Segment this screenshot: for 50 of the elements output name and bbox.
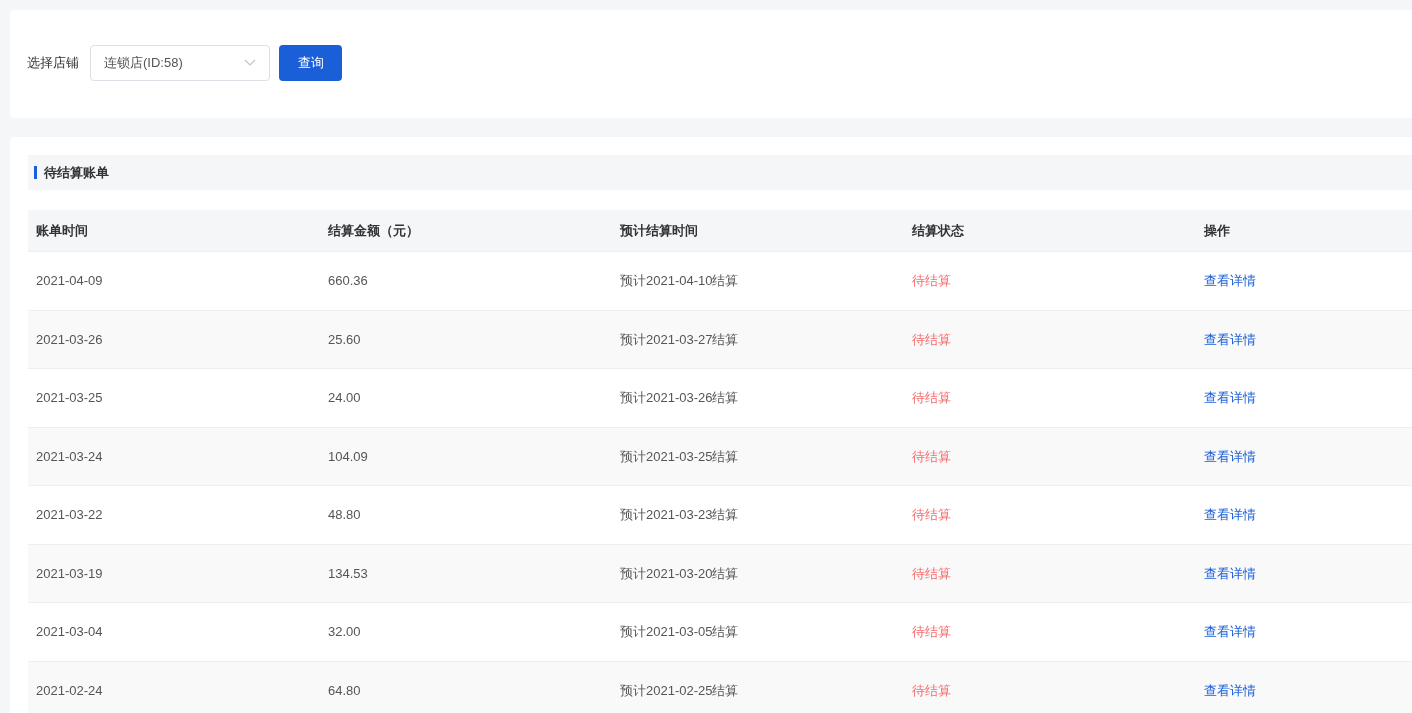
table-cell-text: 2021-03-25 (36, 389, 104, 407)
status-text: 待结算 (912, 447, 952, 466)
status-text: 待结算 (912, 389, 952, 407)
table-cell-text: 预计2021-03-26结算 (620, 389, 740, 407)
column-header: 结算状态 (912, 221, 965, 240)
status-text: 待结算 (912, 623, 952, 641)
table-cell-text: 2021-03-22 (36, 506, 104, 524)
view-details-link[interactable]: 查看详情 (1204, 622, 1256, 642)
store-label: 选择店铺 (27, 54, 79, 73)
column-header: 结算金额（元） (328, 221, 420, 240)
table-cell-text: 64.80 (328, 681, 362, 700)
column-header: 预计结算时间 (620, 221, 699, 240)
table-cell-text: 32.00 (328, 623, 362, 641)
status-text: 待结算 (912, 681, 952, 700)
table-cell-text: 预计2021-03-20结算 (620, 564, 740, 583)
table-cell-text: 2021-03-26 (36, 330, 104, 349)
table-cell-text: 134.53 (328, 564, 369, 583)
query-button[interactable]: 查询 (279, 45, 342, 81)
table-cell-text: 预计2021-03-05结算 (620, 623, 740, 641)
view-details-link[interactable]: 查看详情 (1204, 271, 1256, 291)
chevron-down-icon (244, 59, 256, 67)
view-details-link[interactable]: 查看详情 (1204, 680, 1256, 700)
table-cell-text: 预计2021-03-23结算 (620, 506, 740, 524)
column-header: 操作 (1204, 221, 1231, 240)
table-cell-text: 2021-02-24 (36, 681, 104, 700)
column-header: 账单时间 (36, 221, 89, 240)
table-cell-text: 2021-03-19 (36, 564, 104, 583)
table-cell-text: 预计2021-03-27结算 (620, 330, 740, 349)
table-cell-text: 预计2021-04-10结算 (620, 272, 740, 290)
table-cell-text: 25.60 (328, 330, 362, 349)
section-title: 待结算账单 (34, 166, 109, 179)
view-details-link[interactable]: 查看详情 (1204, 563, 1256, 583)
table-cell-text: 2021-04-09 (36, 272, 104, 290)
table-cell-text: 24.00 (328, 389, 362, 407)
view-details-link[interactable]: 查看详情 (1204, 388, 1256, 408)
status-text: 待结算 (912, 330, 952, 349)
view-details-link[interactable]: 查看详情 (1204, 446, 1256, 466)
table-cell-text: 660.36 (328, 272, 369, 290)
status-text: 待结算 (912, 506, 952, 524)
status-text: 待结算 (912, 564, 952, 583)
table-cell-text: 48.80 (328, 506, 362, 524)
view-details-link[interactable]: 查看详情 (1204, 329, 1256, 349)
table-cell-text: 预计2021-02-25结算 (620, 681, 740, 700)
status-text: 待结算 (912, 272, 952, 290)
table-cell-text: 2021-03-04 (36, 623, 104, 641)
table-cell-text: 预计2021-03-25结算 (620, 447, 740, 466)
store-select[interactable]: 连锁店(ID:58) (90, 45, 270, 81)
table-cell-text: 104.09 (328, 447, 369, 466)
view-details-link[interactable]: 查看详情 (1204, 505, 1256, 525)
table-cell-text: 2021-03-24 (36, 447, 104, 466)
